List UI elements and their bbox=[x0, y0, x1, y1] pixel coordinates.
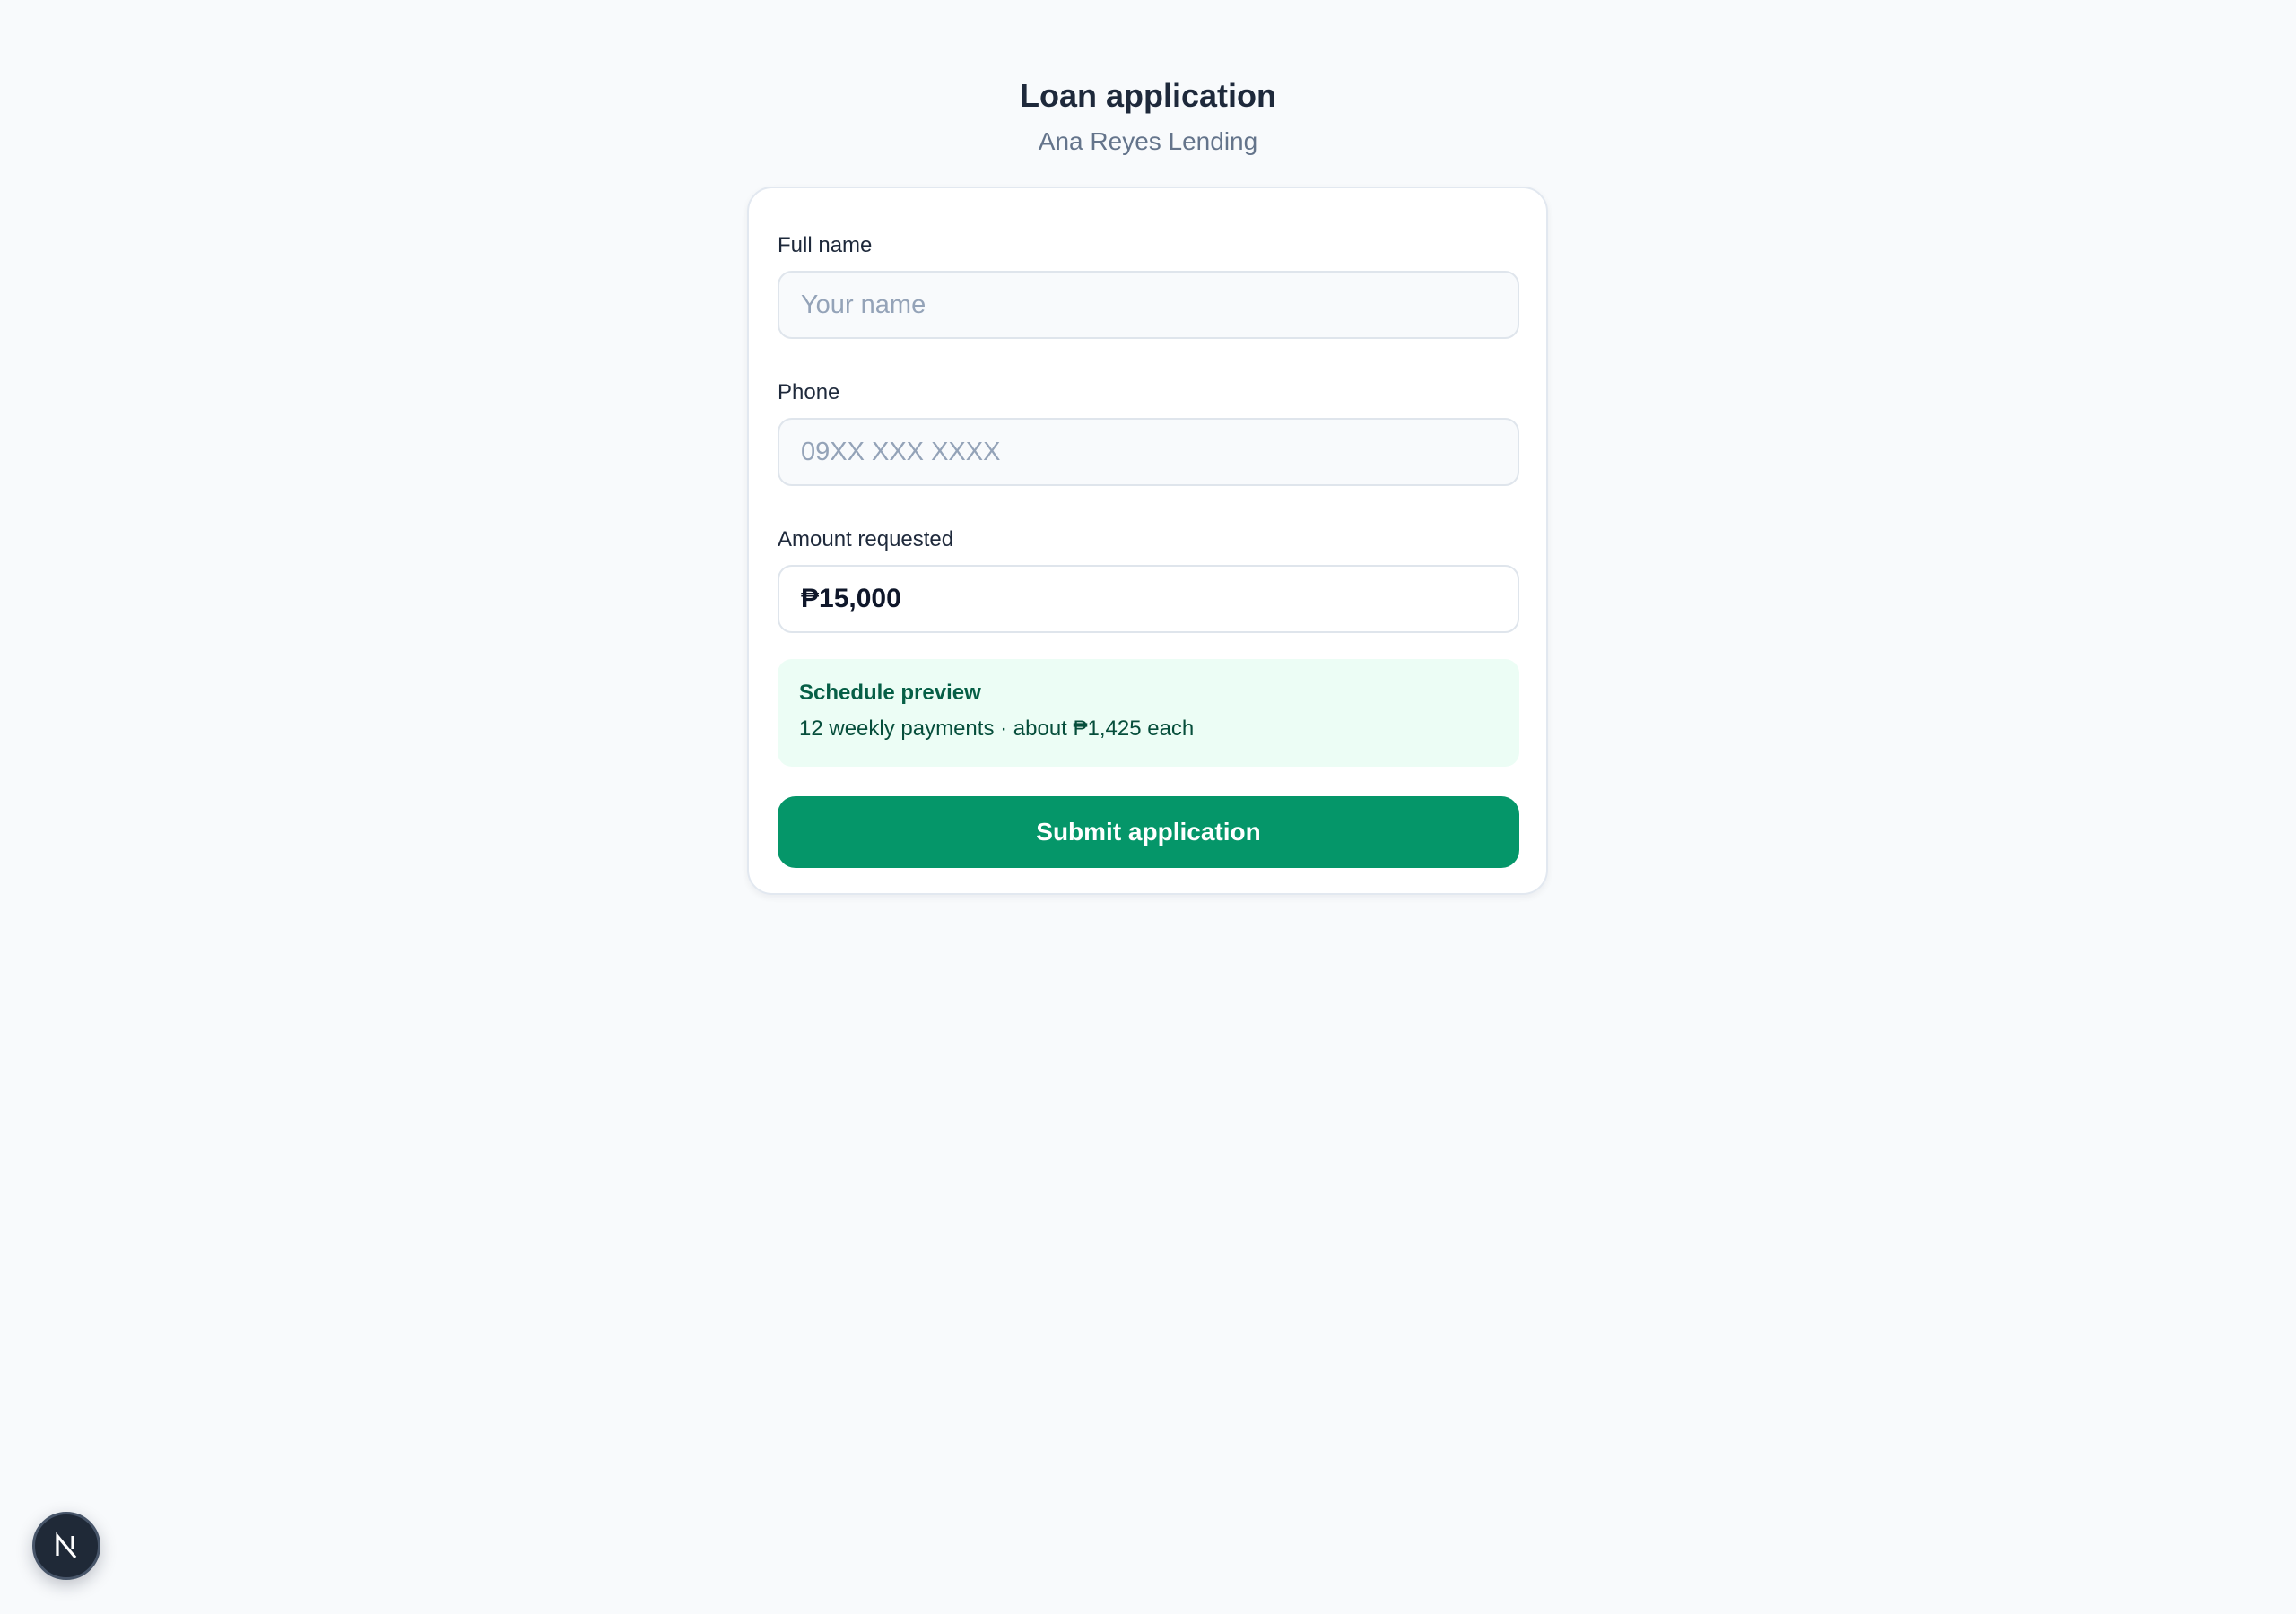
schedule-preview-title: Schedule preview bbox=[799, 681, 981, 705]
nextjs-dev-badge[interactable] bbox=[32, 1512, 100, 1580]
schedule-preview-text: 12 weekly payments · about ₱1,425 each bbox=[799, 716, 1195, 741]
phone-input[interactable] bbox=[778, 418, 1519, 486]
schedule-preview: Schedule preview 12 weekly payments · ab… bbox=[778, 659, 1519, 767]
submit-application-button[interactable]: Submit application bbox=[778, 796, 1519, 868]
loan-application-form: Full name Phone Amount requested Schedul… bbox=[747, 187, 1548, 895]
amount-input[interactable] bbox=[778, 565, 1519, 633]
full-name-label: Full name bbox=[778, 233, 873, 257]
page: Loan application Ana Reyes Lending Full … bbox=[0, 0, 2296, 1614]
nextjs-logo-icon bbox=[56, 1532, 77, 1559]
page-subtitle: Ana Reyes Lending bbox=[1038, 127, 1258, 155]
phone-label: Phone bbox=[778, 380, 840, 404]
full-name-input[interactable] bbox=[778, 271, 1519, 339]
page-title: Loan application bbox=[1019, 77, 1276, 114]
amount-label: Amount requested bbox=[778, 527, 954, 551]
page-header: Loan application Ana Reyes Lending bbox=[0, 72, 2296, 160]
